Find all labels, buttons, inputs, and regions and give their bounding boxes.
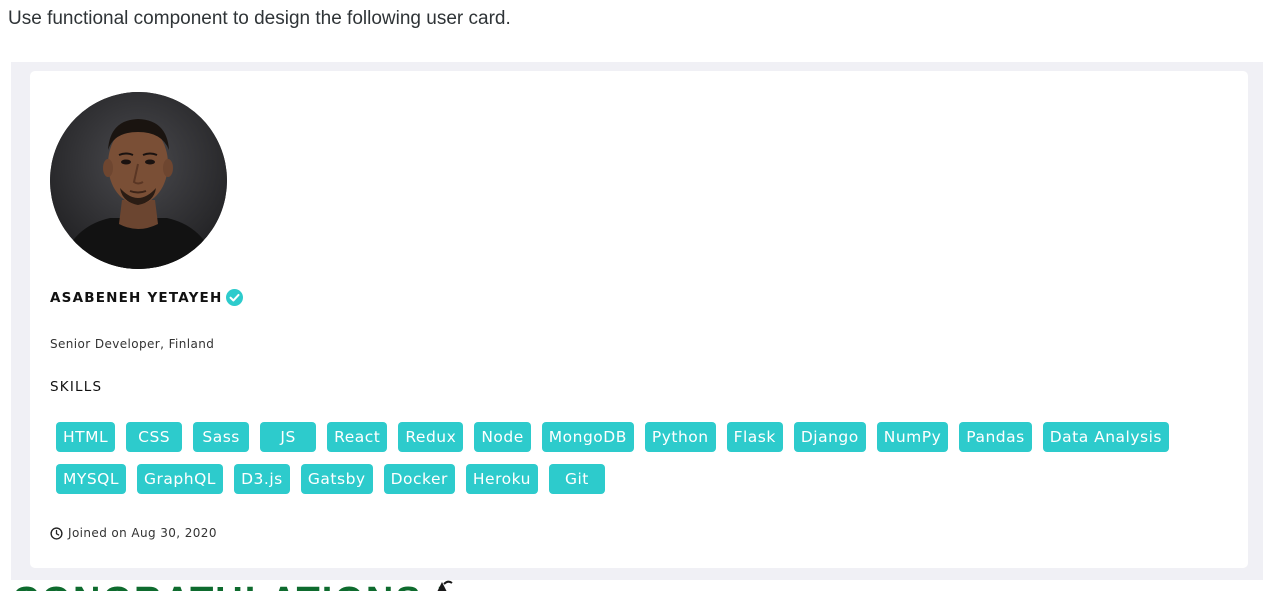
skill-tag: Sass [193, 422, 250, 452]
skill-tag: Git [548, 464, 605, 494]
skill-tag: Python [644, 422, 716, 452]
avatar [50, 92, 227, 269]
joined-date: Joined on Aug 30, 2020 [50, 526, 217, 540]
check-circle-icon [226, 289, 244, 306]
skill-tag: Docker [383, 464, 455, 494]
skill-tag: D3.js [233, 464, 290, 494]
skill-tag: Django [793, 422, 866, 452]
user-name: ASABENEH YETAYEH [50, 289, 223, 306]
skill-tag: MYSQL [56, 464, 127, 494]
card-container: ASABENEH YETAYEH Senior Developer, Finla… [11, 62, 1263, 580]
skills-title: SKILLS [50, 379, 103, 395]
skill-tag: JS [260, 422, 317, 452]
user-card: ASABENEH YETAYEH Senior Developer, Finla… [30, 71, 1248, 568]
skill-tag: NumPy [876, 422, 949, 452]
skill-tag: Flask [726, 422, 783, 452]
skill-tag: Heroku [465, 464, 538, 494]
skill-tag: Data Analysis [1042, 422, 1169, 452]
skill-tag: MongoDB [541, 422, 634, 452]
skill-tag: Gatsby [300, 464, 373, 494]
skill-tag: Pandas [959, 422, 1032, 452]
skill-tag: React [327, 422, 388, 452]
skill-tag: GraphQL [137, 464, 223, 494]
avatar-photo [50, 92, 227, 269]
congratulations-heading: CONGRATULATIONS ! [12, 582, 450, 591]
joined-text: Joined on Aug 30, 2020 [68, 526, 217, 540]
skills-list: HTML CSS Sass JS React Redux Node MongoDB Python… [56, 422, 1226, 494]
skill-tag: CSS [126, 422, 183, 452]
instruction-text: Use functional component to design the f… [8, 8, 511, 29]
user-role: Senior Developer, Finland [50, 337, 215, 351]
clock-icon [50, 526, 63, 540]
skill-tag: Redux [398, 422, 464, 452]
skill-tag: HTML [56, 422, 116, 452]
party-popper-icon [437, 580, 453, 591]
name-row: ASABENEH YETAYEH [50, 289, 244, 306]
skill-tag: Node [474, 422, 531, 452]
